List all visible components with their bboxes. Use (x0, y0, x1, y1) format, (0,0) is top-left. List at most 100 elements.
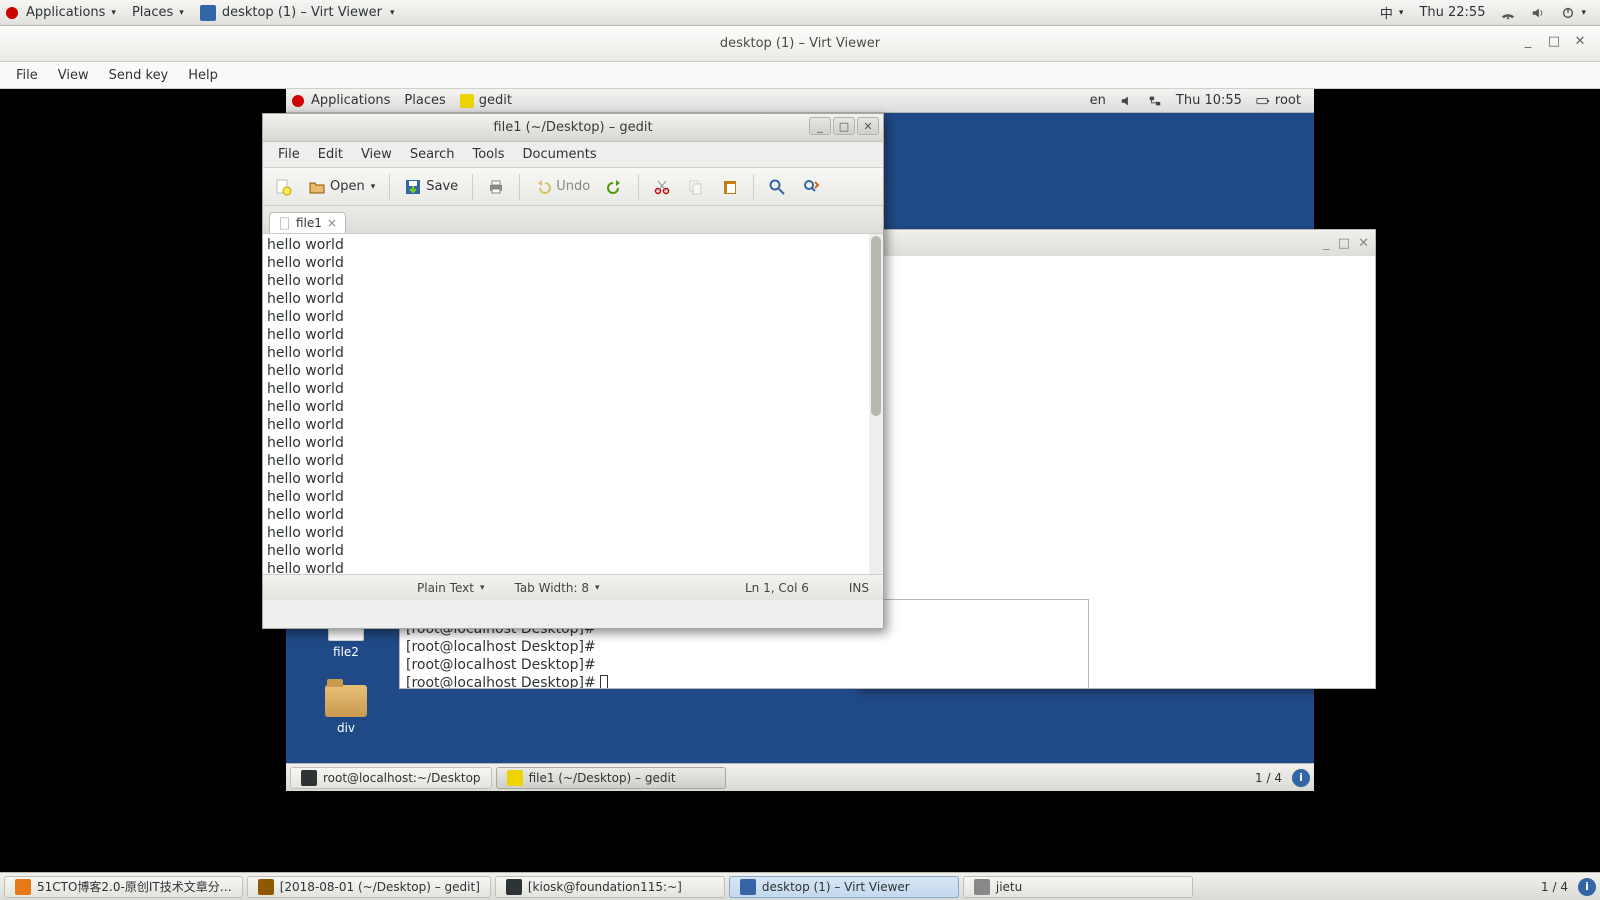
guest-active-app[interactable]: gedit (453, 93, 519, 108)
workspace-switcher[interactable]: i (1292, 769, 1310, 787)
volume-icon[interactable] (1523, 0, 1553, 25)
host-task[interactable]: desktop (1) – Virt Viewer (729, 876, 959, 898)
host-task[interactable]: [kiosk@foundation115:~] (495, 876, 725, 898)
new-button[interactable] (269, 175, 297, 199)
host-workspace-label: 1 / 4 (1541, 880, 1574, 894)
vv-menu-view[interactable]: View (48, 68, 99, 83)
gedit-close[interactable]: ✕ (857, 117, 879, 135)
minimize-button[interactable]: _ (1518, 33, 1538, 53)
virt-viewer-icon (200, 5, 216, 21)
cut-button[interactable] (648, 175, 676, 199)
guest-desktop[interactable]: Applications Places gedit en Thu 10:55 r… (286, 89, 1314, 791)
undo-button[interactable]: Undo (529, 175, 595, 199)
gedit-menu-view[interactable]: View (352, 147, 401, 162)
scrollbar-thumb[interactable] (871, 236, 881, 416)
status-lang[interactable]: Plain Text▾ (417, 581, 484, 595)
copy-button[interactable] (682, 175, 710, 199)
redhat-icon (6, 7, 18, 19)
guest-network-icon[interactable] (1141, 94, 1169, 108)
host-task[interactable]: 51CTO博客2.0-原创IT技术文章分… (4, 876, 243, 898)
gedit-menu-documents[interactable]: Documents (514, 147, 606, 162)
gedit-title: file1 (~/Desktop) – gedit (493, 120, 652, 135)
save-button[interactable]: Save (399, 175, 463, 199)
app-icon (506, 879, 522, 895)
gedit-menubar: File Edit View Search Tools Documents (263, 142, 883, 168)
vv-menu-file[interactable]: File (6, 68, 48, 83)
host-places-menu[interactable]: Places▾ (124, 0, 192, 25)
battery-icon (1256, 94, 1270, 108)
task-terminal[interactable]: root@localhost:~/Desktop (290, 767, 492, 789)
host-applications-menu[interactable]: Applications▾ (18, 0, 124, 25)
gedit-icon (460, 94, 474, 108)
gedit-titlebar[interactable]: file1 (~/Desktop) – gedit _ □ ✕ (263, 114, 883, 142)
tab-close-icon[interactable]: × (327, 216, 337, 230)
tab-file1[interactable]: file1 × (269, 212, 346, 233)
status-mode: INS (849, 581, 869, 595)
gedit-menu-tools[interactable]: Tools (463, 147, 513, 162)
host-clock[interactable]: Thu 22:55 (1411, 0, 1493, 25)
maximize-button[interactable]: □ (1544, 33, 1564, 53)
gedit-window: file1 (~/Desktop) – gedit _ □ ✕ File Edi… (262, 113, 884, 629)
task-gedit[interactable]: file1 (~/Desktop) – gedit (496, 767, 726, 789)
find-button[interactable] (763, 175, 791, 199)
gedit-minimize[interactable]: _ (809, 117, 831, 135)
network-icon[interactable] (1493, 0, 1523, 25)
guest-top-panel: Applications Places gedit en Thu 10:55 r… (286, 89, 1314, 113)
host-task[interactable]: jietu (963, 876, 1193, 898)
partial-text: from 02 ong (1272, 619, 1302, 676)
vv-menu-sendkey[interactable]: Send key (99, 68, 179, 83)
bgwin-close[interactable]: ✕ (1358, 236, 1369, 251)
host-taskbar: 51CTO博客2.0-原创IT技术文章分…[2018-08-01 (~/Desk… (0, 872, 1600, 900)
gedit-maximize[interactable]: □ (833, 117, 855, 135)
guest-places-menu[interactable]: Places (397, 93, 452, 108)
gedit-icon (507, 770, 523, 786)
print-button[interactable] (482, 175, 510, 199)
power-icon[interactable]: ▾ (1553, 0, 1594, 25)
status-tabwidth[interactable]: Tab Width: 8▾ (514, 581, 599, 595)
guest-applications-menu[interactable]: Applications (304, 93, 397, 108)
gedit-menu-file[interactable]: File (269, 147, 309, 162)
app-icon (740, 879, 756, 895)
ime-indicator[interactable]: 中▾ (1372, 0, 1412, 25)
open-button[interactable]: Open▾ (303, 175, 380, 199)
terminal-icon (301, 770, 317, 786)
gedit-tabs: file1 × (263, 206, 883, 234)
guest-viewport: Applications Places gedit en Thu 10:55 r… (0, 89, 1600, 791)
lang-indicator[interactable]: en (1083, 93, 1113, 108)
guest-taskbar: root@localhost:~/Desktop file1 (~/Deskto… (286, 763, 1314, 791)
redhat-icon (292, 95, 304, 107)
app-icon (258, 879, 274, 895)
host-active-app[interactable]: desktop (1) – Virt Viewer▾ (192, 0, 403, 25)
host-task[interactable]: [2018-08-01 (~/Desktop) – gedit] (247, 876, 491, 898)
icon-label: div (306, 721, 386, 735)
gedit-statusbar: Plain Text▾ Tab Width: 8▾ Ln 1, Col 6 IN… (263, 574, 883, 600)
close-button[interactable]: ✕ (1570, 33, 1590, 53)
app-icon (974, 879, 990, 895)
scrollbar[interactable] (869, 234, 883, 574)
find-replace-button[interactable] (797, 175, 825, 199)
workspace-label: 1 / 4 (1255, 771, 1288, 785)
desktop-icon-div[interactable]: div (306, 685, 386, 735)
guest-clock[interactable]: Thu 10:55 (1169, 93, 1249, 108)
folder-icon (325, 685, 367, 717)
gedit-editor[interactable]: hello worldhello worldhello worldhello w… (263, 234, 883, 574)
virt-viewer-titlebar[interactable]: desktop (1) – Virt Viewer _ □ ✕ (0, 26, 1600, 62)
bgwin-maximize[interactable]: □ (1338, 236, 1350, 251)
host-workspace-switcher[interactable]: i (1578, 878, 1596, 896)
virt-viewer-menubar: File View Send key Help (0, 62, 1600, 89)
redo-button[interactable] (601, 175, 629, 199)
document-icon (278, 217, 291, 230)
guest-user[interactable]: root (1249, 93, 1308, 108)
paste-button[interactable] (716, 175, 744, 199)
host-top-panel: Applications▾ Places▾ desktop (1) – Virt… (0, 0, 1600, 26)
gedit-menu-edit[interactable]: Edit (309, 147, 352, 162)
virt-viewer-title: desktop (1) – Virt Viewer (720, 36, 880, 51)
guest-volume-icon[interactable] (1113, 94, 1141, 108)
app-icon (15, 879, 31, 895)
icon-label: file2 (306, 645, 386, 659)
vv-menu-help[interactable]: Help (178, 68, 228, 83)
gedit-toolbar: Open▾ Save Undo (263, 168, 883, 206)
bgwin-minimize[interactable]: _ (1323, 236, 1330, 251)
tab-label: file1 (296, 216, 322, 230)
gedit-menu-search[interactable]: Search (401, 147, 464, 162)
